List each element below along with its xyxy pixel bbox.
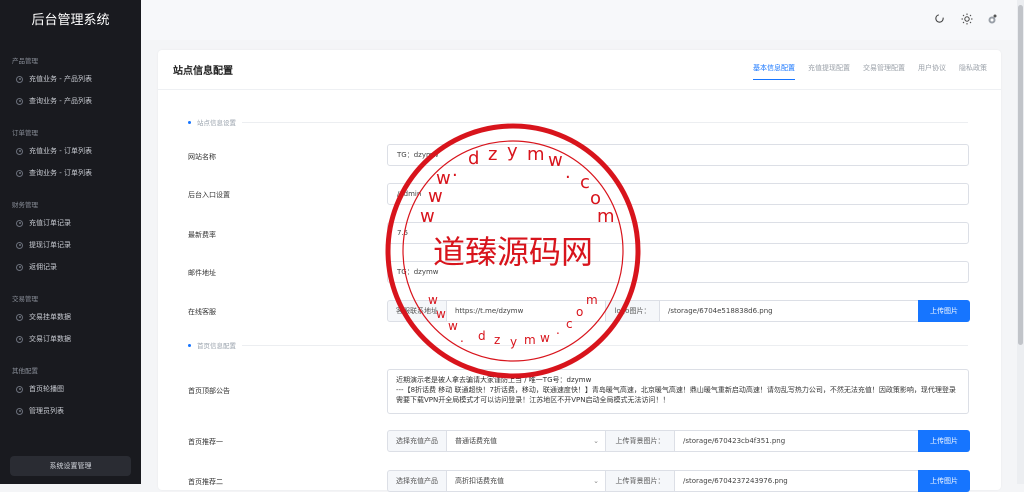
field-label: 首页顶部公告 (188, 387, 230, 395)
sidebar-item-label: 充值订单记录 (29, 219, 71, 227)
sidebar-item-query-products[interactable]: 查询业务 - 产品列表 (0, 90, 141, 112)
sun-icon[interactable] (961, 13, 973, 25)
sidebar-item-admin-list[interactable]: 管理员列表 (0, 400, 141, 422)
upload-rec2-button[interactable]: 上传图片 (918, 470, 970, 492)
sidebar-item-withdraw-records[interactable]: 提现订单记录 (0, 234, 141, 256)
sidebar-item-trade-listings[interactable]: 交易挂单数据 (0, 306, 141, 328)
logo-addon: logo图片： (605, 300, 660, 322)
notice-line: ---【8折话费 移动 联通超快！7折话费，移动，联通速度快！】青岛暖气高速，北… (396, 386, 956, 404)
chevron-down-icon: ⌄ (593, 437, 599, 445)
sidebar-group-title: 财务管理 (12, 201, 38, 209)
rec1-bg-input[interactable]: /storage/670423cb4f351.png (674, 430, 919, 452)
sidebar-item-rebate-records[interactable]: 返佣记录 (0, 256, 141, 278)
field-label: 首页推荐二 (188, 478, 223, 486)
sidebar-item-label: 查询业务 - 订单列表 (29, 169, 92, 177)
select-value: 高折扣话费充值 (455, 477, 504, 485)
tab-trade-config[interactable]: 交易管理配置 (863, 63, 905, 80)
sidebar-item-home-carousel[interactable]: 首页轮播图 (0, 378, 141, 400)
sidebar-item-label: 提现订单记录 (29, 241, 71, 249)
sidebar-group-title: 产品管理 (12, 57, 38, 65)
app-title: 后台管理系统 (31, 12, 110, 28)
divider (158, 89, 1001, 90)
sidebar-item-query-orders[interactable]: 查询业务 - 订单列表 (0, 162, 141, 184)
divider (242, 344, 968, 346)
scrollbar[interactable] (1017, 0, 1024, 484)
select-product-addon: 选择充值产品 (387, 430, 447, 452)
notice-textarea[interactable]: 近期演示老是被人拿去骗请大家谨防上当 / 唯一TG号：dzymw ---【8折话… (387, 369, 969, 414)
rate-input[interactable]: 7.5 (387, 222, 969, 244)
bullet-icon (188, 120, 191, 124)
sidebar-item-label: 交易订单数据 (29, 335, 71, 343)
tab-basic-info[interactable]: 基本信息配置 (753, 63, 795, 80)
field-label: 后台入口设置 (188, 191, 230, 199)
settings-icon[interactable] (986, 13, 998, 25)
section-header: 站点信息设置 (188, 117, 968, 127)
circle-icon (16, 335, 23, 343)
section-title: 站点信息设置 (197, 119, 236, 127)
topbar (141, 0, 1017, 40)
upload-logo-button[interactable]: 上传图片 (918, 300, 970, 322)
circle-icon (16, 75, 23, 83)
sidebar-group-title: 其他配置 (12, 367, 38, 375)
rec2-bg-input[interactable]: /storage/6704237243976.png (674, 470, 919, 492)
bg-addon: 上传背景图片： (605, 470, 675, 492)
sidebar-item-trade-orders[interactable]: 交易订单数据 (0, 328, 141, 350)
rec2-product-select[interactable]: 高折扣话费充值 ⌄ (446, 470, 606, 492)
sidebar-item-recharge-products[interactable]: 充值业务 - 产品列表 (0, 68, 141, 90)
tab-recharge-withdraw[interactable]: 充值提现配置 (808, 63, 850, 80)
sidebar-item-label: 返佣记录 (29, 263, 57, 271)
select-product-addon: 选择充值产品 (387, 470, 447, 492)
field-label: 在线客服 (188, 308, 216, 316)
section-title: 首页信息配置 (197, 342, 236, 350)
tab-bar: 基本信息配置 充值提现配置 交易管理配置 用户协议 隐私政策 (740, 63, 987, 80)
circle-icon (16, 313, 23, 321)
service-addon: 客服联系地址 (387, 300, 447, 322)
circle-icon (16, 219, 23, 227)
sidebar-item-recharge-records[interactable]: 充值订单记录 (0, 212, 141, 234)
circle-icon (16, 407, 23, 415)
divider (242, 121, 968, 123)
circle-icon (16, 385, 23, 393)
sidebar-item-label: 查询业务 - 产品列表 (29, 97, 92, 105)
circle-icon (16, 147, 23, 155)
select-value: 普通话费充值 (455, 437, 497, 445)
sidebar-item-recharge-orders[interactable]: 充值业务 - 订单列表 (0, 140, 141, 162)
sidebar-item-label: 充值业务 - 产品列表 (29, 75, 92, 83)
tab-user-agreement[interactable]: 用户协议 (918, 63, 946, 80)
scrollbar-thumb[interactable] (1018, 5, 1023, 345)
logo-path-input[interactable]: /storage/6704e518838d6.png (659, 300, 919, 322)
sidebar-group-title: 交易管理 (12, 295, 38, 303)
notice-line: 近期演示老是被人拿去骗请大家谨防上当 / 唯一TG号：dzymw (396, 376, 592, 384)
refresh-icon[interactable] (933, 13, 945, 25)
sidebar-item-label: 交易挂单数据 (29, 313, 71, 321)
field-label: 邮件地址 (188, 269, 216, 277)
circle-icon (16, 263, 23, 271)
circle-icon (16, 97, 23, 105)
circle-icon (16, 241, 23, 249)
site-name-input[interactable]: TG：dzymw (387, 144, 969, 166)
sidebar-item-label: 首页轮播图 (29, 385, 64, 393)
service-url-input[interactable]: https://t.me/dzymw (446, 300, 606, 322)
email-input[interactable]: TG：dzymw (387, 261, 969, 283)
bullet-icon (188, 343, 191, 347)
field-label: 最新费率 (188, 231, 216, 239)
upload-rec1-button[interactable]: 上传图片 (918, 430, 970, 452)
field-label: 网站名称 (188, 153, 216, 161)
system-settings-button[interactable]: 系统设置管理 (10, 456, 131, 476)
admin-entry-input[interactable]: /admin (387, 183, 969, 205)
tab-privacy-policy[interactable]: 隐私政策 (959, 63, 987, 80)
sidebar: 后台管理系统 产品管理 充值业务 - 产品列表 查询业务 - 产品列表 订单管理… (0, 0, 141, 484)
circle-icon (16, 169, 23, 177)
config-card: 站点信息配置 基本信息配置 充值提现配置 交易管理配置 用户协议 隐私政策 站点… (158, 50, 1001, 492)
rec1-product-select[interactable]: 普通话费充值 ⌄ (446, 430, 606, 452)
page-title: 站点信息配置 (173, 66, 233, 77)
sidebar-item-label: 充值业务 - 订单列表 (29, 147, 92, 155)
sidebar-item-label: 管理员列表 (29, 407, 64, 415)
sidebar-group-title: 订单管理 (12, 129, 38, 137)
field-label: 首页推荐一 (188, 438, 223, 446)
bg-addon: 上传背景图片： (605, 430, 675, 452)
section-header: 首页信息配置 (188, 340, 968, 350)
